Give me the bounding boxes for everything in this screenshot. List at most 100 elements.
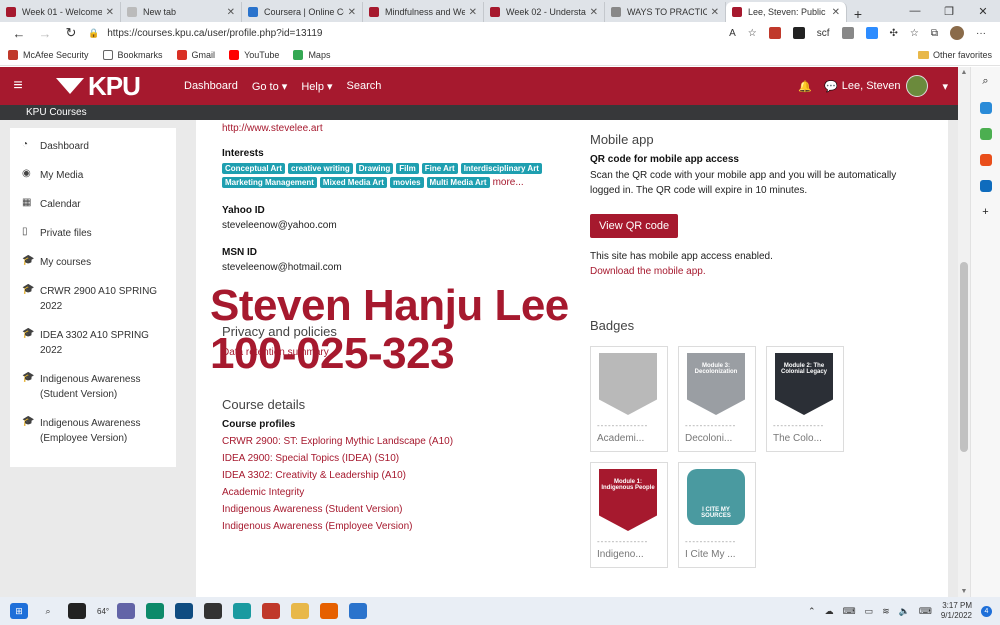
sidebar-item[interactable]: ◉ My Media bbox=[10, 161, 176, 190]
scroll-up-icon[interactable]: ▲ bbox=[958, 69, 970, 76]
sidebar-item[interactable]: 🎓 My courses bbox=[10, 248, 176, 277]
sidebar-item[interactable]: ▯ Private files bbox=[10, 219, 176, 248]
zoom-extension-icon[interactable] bbox=[865, 27, 878, 39]
cloud-icon[interactable]: ☁ bbox=[825, 606, 834, 617]
bookmark-gmail[interactable]: Gmail bbox=[176, 49, 215, 60]
search-icon[interactable]: ⌕ bbox=[982, 75, 988, 88]
edge-icon[interactable] bbox=[146, 603, 165, 619]
media-player-icon[interactable] bbox=[349, 603, 368, 619]
browser-tab[interactable]: Week 02 - Understan ✕ bbox=[484, 2, 605, 22]
course-profile-link[interactable]: Indigenous Awareness (Student Version) bbox=[222, 504, 453, 515]
download-app-link[interactable]: Download the mobile app. bbox=[590, 266, 706, 277]
interest-tag[interactable]: Fine Art bbox=[421, 163, 458, 174]
file-explorer-icon[interactable] bbox=[291, 603, 310, 619]
mcafee-extension-icon[interactable] bbox=[768, 27, 781, 39]
kpu-logo[interactable]: KPU bbox=[56, 71, 166, 102]
more-interests-link[interactable]: more... bbox=[493, 177, 524, 188]
outlook-icon[interactable] bbox=[979, 180, 992, 192]
close-tab-icon[interactable]: ✕ bbox=[590, 7, 598, 18]
browser-tab[interactable]: Lee, Steven: Public pr ✕ bbox=[726, 2, 847, 22]
user-avatar[interactable] bbox=[906, 75, 929, 97]
extension-icon[interactable] bbox=[841, 27, 854, 39]
extensions-puzzle-icon[interactable]: ✣ bbox=[890, 28, 898, 39]
scroll-thumb[interactable] bbox=[960, 262, 968, 452]
interest-tag[interactable]: Interdisciplinary Art bbox=[460, 163, 542, 174]
tray-chevron-icon[interactable]: ⌃ bbox=[808, 606, 816, 617]
close-window-icon[interactable]: ✕ bbox=[966, 5, 1000, 18]
browser-tab[interactable]: Mindfulness and Well ✕ bbox=[363, 2, 484, 22]
sidebar-item[interactable]: ◔ Dashboard bbox=[10, 132, 176, 161]
teams-icon[interactable] bbox=[117, 603, 136, 619]
mcafee-taskbar-icon[interactable] bbox=[262, 603, 281, 619]
keyboard-icon[interactable]: ⌨ bbox=[843, 606, 856, 617]
close-tab-icon[interactable]: ✕ bbox=[832, 7, 840, 18]
browser-tab[interactable]: Coursera | Online Cou ✕ bbox=[242, 2, 363, 22]
shopping-icon[interactable] bbox=[979, 128, 992, 140]
website-link[interactable]: http://www.stevelee.art bbox=[222, 122, 323, 134]
close-tab-icon[interactable]: ✕ bbox=[227, 7, 235, 18]
browser-tab[interactable]: WAYS TO PRACTICE IF ✕ bbox=[605, 2, 726, 22]
close-tab-icon[interactable]: ✕ bbox=[348, 7, 356, 18]
badge-card[interactable]: -------------- Academi... bbox=[590, 346, 668, 452]
badge-card[interactable]: Module 3: Decolonization -------------- De… bbox=[678, 346, 756, 452]
messages-icon[interactable]: 💬 bbox=[824, 80, 838, 93]
task-view-icon[interactable] bbox=[68, 603, 86, 619]
course-profile-link[interactable]: Indigenous Awareness (Employee Version) bbox=[222, 521, 453, 532]
battery-icon[interactable]: ▭ bbox=[865, 606, 874, 617]
forward-icon[interactable]: → bbox=[32, 26, 58, 41]
sidebar-item[interactable]: 🎓 Indigenous Awareness (Student Version) bbox=[10, 365, 176, 409]
badge-card[interactable]: Module 2: The Colonial Legacy -----------… bbox=[766, 346, 844, 452]
profile-avatar[interactable] bbox=[950, 26, 964, 40]
favorite-star-icon[interactable]: ☆ bbox=[748, 28, 757, 39]
dell-icon[interactable] bbox=[204, 603, 223, 619]
course-profile-link[interactable]: IDEA 3302: Creativity & Leadership (A10) bbox=[222, 470, 453, 481]
view-qr-code-button[interactable]: View QR code bbox=[590, 214, 679, 238]
interest-tag[interactable]: Multi Media Art bbox=[426, 177, 490, 188]
scroll-down-icon[interactable]: ▼ bbox=[958, 588, 970, 595]
discover-icon[interactable] bbox=[979, 102, 992, 114]
nav-dashboard[interactable]: Dashboard bbox=[184, 80, 238, 93]
new-tab-button[interactable]: + bbox=[847, 6, 869, 22]
zotero-extension-icon[interactable] bbox=[792, 27, 805, 39]
nav-go-to[interactable]: Go to ▾ bbox=[252, 80, 287, 93]
sidebar-item[interactable]: 🎓 IDEA 3302 A10 SPRING 2022 bbox=[10, 321, 176, 365]
badge-card[interactable]: Module 1: Indigenous People -------------… bbox=[590, 462, 668, 568]
close-tab-icon[interactable]: ✕ bbox=[469, 7, 477, 18]
notification-count-badge[interactable]: 4 bbox=[981, 605, 992, 617]
badge-card[interactable]: I CITE MY SOURCES -------------- I Cite My… bbox=[678, 462, 756, 568]
sidebar-item[interactable]: ▦ Calendar bbox=[10, 190, 176, 219]
add-icon[interactable]: + bbox=[982, 206, 988, 218]
office-icon[interactable] bbox=[979, 154, 992, 166]
page-scrollbar[interactable]: ▲ ▼ bbox=[958, 67, 970, 597]
clock[interactable]: 3:17 PM 9/1/2022 bbox=[941, 601, 972, 621]
app-icon[interactable] bbox=[233, 603, 252, 619]
course-profile-link[interactable]: Academic Integrity bbox=[222, 487, 453, 498]
wifi-icon[interactable]: ≋ bbox=[882, 606, 890, 617]
maximize-icon[interactable]: ❐ bbox=[932, 5, 966, 18]
scf-extension-icon[interactable]: scf bbox=[817, 28, 830, 39]
language-icon[interactable]: ⌨ bbox=[919, 606, 932, 617]
more-menu-icon[interactable]: ··· bbox=[976, 28, 986, 39]
interest-tag[interactable]: Marketing Management bbox=[222, 177, 317, 188]
user-menu-chevron-icon[interactable]: ▾ bbox=[942, 80, 948, 93]
interest-tag[interactable]: Conceptual Art bbox=[222, 163, 286, 174]
bookmark-youtube[interactable]: YouTube bbox=[229, 49, 279, 60]
close-tab-icon[interactable]: ✕ bbox=[711, 7, 719, 18]
search-icon[interactable]: ⌕ bbox=[39, 603, 57, 619]
sidebar-item[interactable]: 🎓 Indigenous Awareness (Employee Version) bbox=[10, 409, 176, 453]
start-icon[interactable]: ⊞ bbox=[10, 603, 28, 619]
bookmark-bookmarks[interactable]: Bookmarks bbox=[102, 49, 163, 60]
close-tab-icon[interactable]: ✕ bbox=[106, 7, 114, 18]
bookmark-mcafee[interactable]: McAfee Security bbox=[8, 49, 89, 60]
other-favorites[interactable]: Other favorites bbox=[917, 50, 992, 60]
volume-icon[interactable]: 🔈 bbox=[899, 606, 910, 617]
browser-tab[interactable]: New tab ✕ bbox=[121, 2, 242, 22]
back-icon[interactable]: ← bbox=[6, 26, 32, 41]
interest-tag[interactable]: creative writing bbox=[288, 163, 353, 174]
collections-icon[interactable]: ⧉ bbox=[931, 28, 938, 39]
read-aloud-icon[interactable]: A bbox=[729, 28, 736, 39]
bookmark-maps[interactable]: Maps bbox=[293, 49, 330, 60]
url-field[interactable]: 🔒 https://courses.kpu.ca/user/profile.ph… bbox=[88, 24, 648, 42]
notification-bell-icon[interactable]: 🔔 bbox=[798, 80, 812, 93]
minimize-icon[interactable]: — bbox=[898, 5, 932, 17]
